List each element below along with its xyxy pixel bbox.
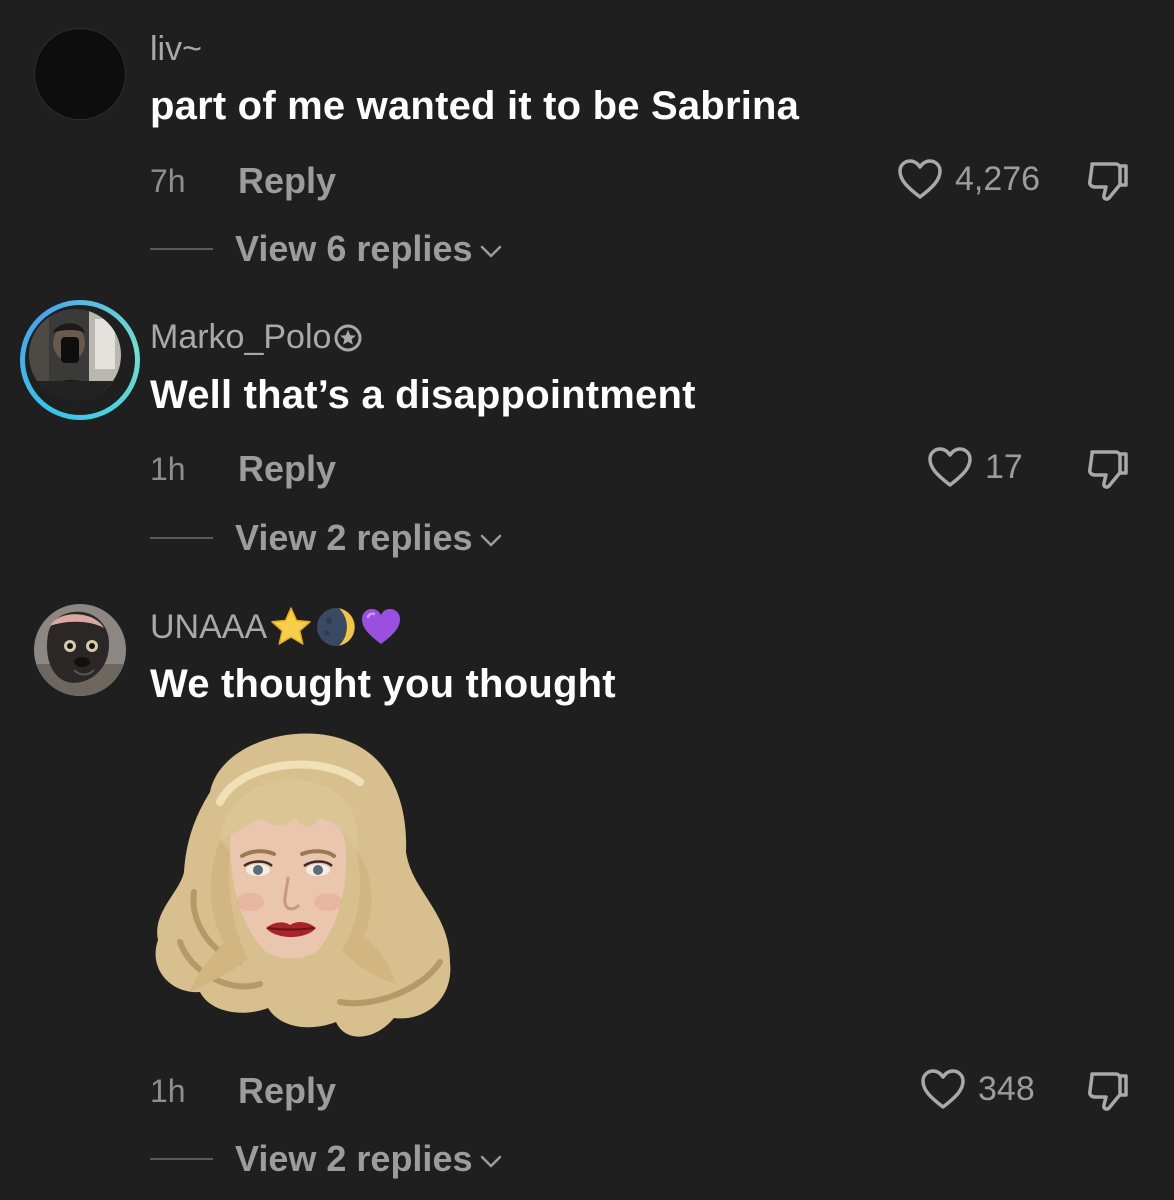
heart-outline-icon [921,1069,965,1109]
thumbs-down-outline-icon[interactable] [1085,446,1131,492]
avatar-photo [34,604,126,696]
moon-emoji-icon [317,608,356,646]
avatar [29,309,121,401]
username[interactable]: Marko_Polo [150,318,363,357]
avatar-photo [29,309,121,401]
chevron-down-icon [481,245,502,258]
avatar[interactable] [34,28,126,120]
view-replies-label: View 2 replies [235,517,473,558]
thumbs-down-outline-icon[interactable] [1085,158,1131,204]
avatar[interactable] [34,604,126,696]
star-badge-icon [334,324,362,351]
divider-line [150,1158,213,1160]
comment-item: liv~ part of me wanted it to be Sabrina … [0,0,1174,290]
reply-button[interactable]: Reply [238,1070,336,1112]
comment-text: We thought you thought [150,662,616,706]
chevron-down-icon [481,534,502,547]
divider-line [150,248,213,250]
username[interactable]: UNAAA [150,606,403,648]
view-replies-label: View 6 replies [235,228,473,269]
like-count: 348 [978,1069,1035,1108]
reply-button[interactable]: Reply [238,160,336,202]
like-button[interactable]: 348 [920,1068,1035,1110]
heart-outline-icon [898,159,942,199]
thumbs-down-outline-icon[interactable] [1085,1068,1131,1114]
chevron-down-icon [481,1155,502,1168]
comment-time: 7h [150,163,186,199]
username-label: UNAAA [150,607,268,646]
comment-text: part of me wanted it to be Sabrina [150,84,800,128]
username-label: liv~ [150,30,202,68]
divider-line [150,537,213,539]
view-replies-label: View 2 replies [235,1138,473,1179]
avatar-story-ring[interactable] [20,300,140,420]
view-replies-button[interactable]: View 2 replies [150,1138,502,1180]
username-label: Marko_Polo [150,318,332,356]
purple-heart-emoji-icon [362,609,401,644]
username[interactable]: liv~ [150,30,202,69]
like-count: 17 [985,447,1023,486]
like-count: 4,276 [955,159,1041,198]
like-button[interactable]: 17 [927,446,1023,488]
comment-time: 1h [150,451,186,487]
like-button[interactable]: 4,276 [897,158,1040,200]
comment-time: 1h [150,1073,186,1109]
reply-button[interactable]: Reply [238,448,336,490]
star-emoji-icon [271,607,311,645]
face-sticker-image [155,733,451,1037]
view-replies-button[interactable]: View 2 replies [150,517,502,559]
view-replies-button[interactable]: View 6 replies [150,228,502,270]
comment-text: Well that’s a disappointment [150,373,696,417]
heart-outline-icon [928,447,972,487]
